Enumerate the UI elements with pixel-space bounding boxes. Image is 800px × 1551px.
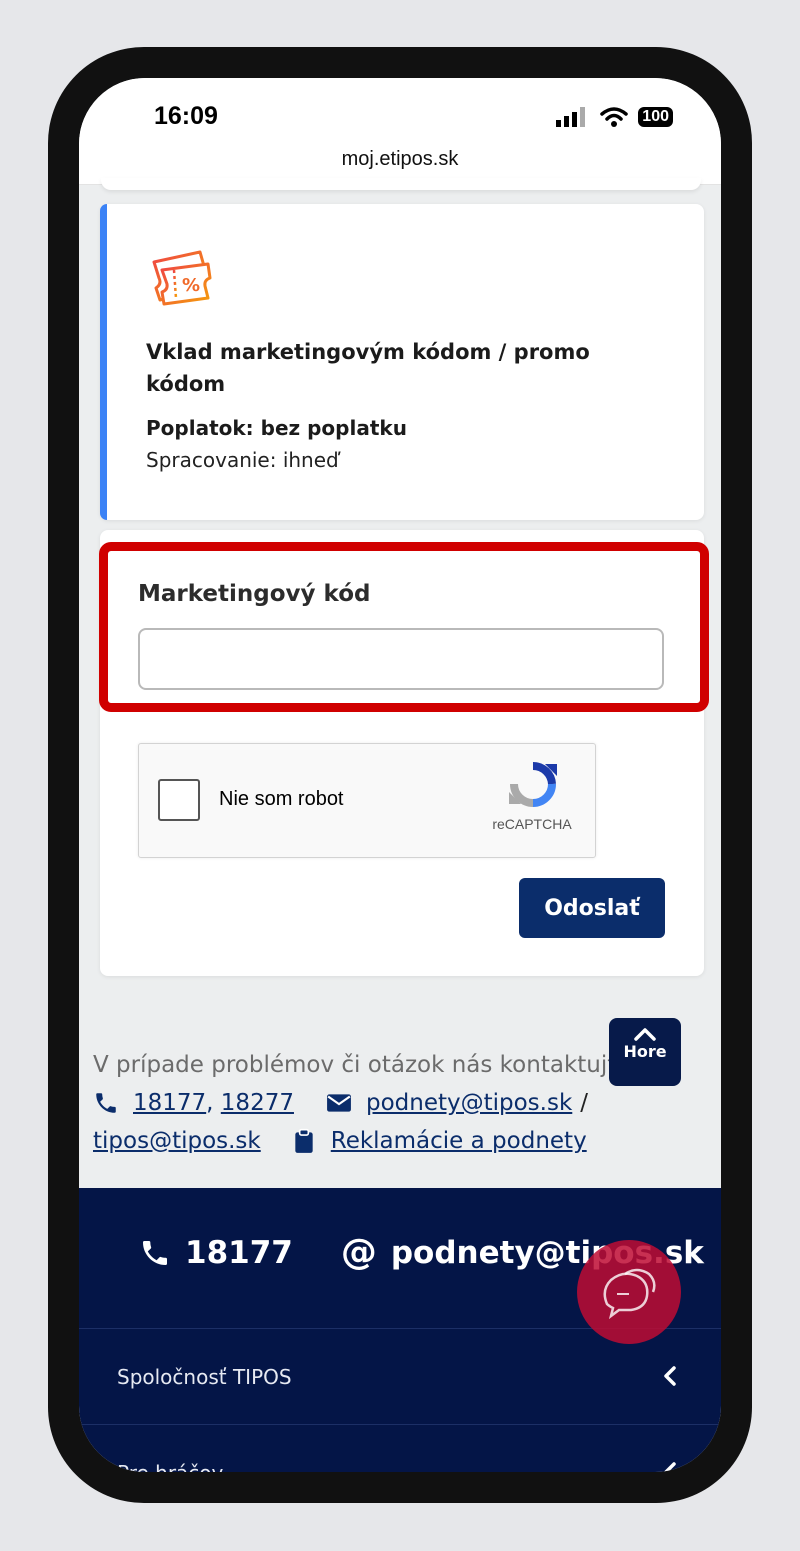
footer-item-label: Spoločnosť TIPOS <box>117 1365 292 1389</box>
contact-row-2: tipos@tipos.sk Reklamácie a podnety <box>93 1128 587 1154</box>
status-icons: 100 <box>556 105 673 129</box>
recaptcha-logo-icon <box>509 761 557 807</box>
status-bar: 16:09 100 moj.etipos.sk <box>79 78 721 185</box>
recaptcha-checkbox[interactable] <box>158 779 200 821</box>
recaptcha-brand: reCAPTCHA <box>492 816 572 832</box>
deposit-processing: Spracovanie: ihneď <box>146 448 339 472</box>
envelope-icon <box>327 1094 351 1112</box>
clipboard-icon <box>295 1128 313 1153</box>
previous-card-edge <box>101 178 701 190</box>
phone-icon <box>96 1093 116 1113</box>
promo-ticket-icon: % <box>152 250 212 306</box>
deposit-fee: Poplatok: bez poplatku <box>146 416 407 440</box>
chevron-left-icon <box>664 1366 676 1386</box>
wifi-icon <box>600 107 629 127</box>
phone-screen: 16:09 100 moj.etipos.sk % Vklad marketin… <box>79 78 721 1472</box>
footer-phone[interactable]: 18177 <box>185 1235 293 1271</box>
email-link-tipos[interactable]: tipos@tipos.sk <box>93 1128 261 1154</box>
recaptcha-label: Nie som robot <box>219 788 344 810</box>
footer-phone-icon <box>143 1240 167 1265</box>
contact-row-1: 18177, 18277 podnety@tipos.sk / <box>93 1090 588 1116</box>
phone-link-18277[interactable]: 18277 <box>221 1090 294 1116</box>
chat-icon <box>603 1268 656 1320</box>
status-time: 16:09 <box>154 102 218 130</box>
promo-code-input[interactable] <box>138 628 664 690</box>
phone-link-18177[interactable]: 18177 <box>133 1090 206 1116</box>
promo-code-label: Marketingový kód <box>138 581 371 607</box>
back-to-top-label: Hore <box>623 1042 667 1061</box>
submit-button[interactable]: Odoslať <box>519 878 665 938</box>
chevron-left-icon <box>664 1462 676 1472</box>
complaints-link[interactable]: Reklamácie a podnety <box>331 1128 587 1154</box>
deposit-method-card: % Vklad marketingovým kódom / promo kódo… <box>100 204 704 520</box>
battery-icon: 100 <box>638 107 673 127</box>
footer-item-label: Pre hráčov <box>117 1461 223 1472</box>
back-to-top-button[interactable]: Hore <box>609 1018 681 1086</box>
card-accent-stripe <box>100 204 107 520</box>
email-separator: / <box>580 1090 589 1116</box>
chevron-up-icon <box>634 1028 656 1041</box>
deposit-method-title: Vklad marketingovým kódom / promo kódom <box>146 340 590 396</box>
chat-button[interactable] <box>577 1240 681 1344</box>
address-bar[interactable]: moj.etipos.sk <box>79 148 721 171</box>
recaptcha-widget: Nie som robot reCAPTCHA <box>138 743 596 858</box>
signal-icon <box>556 107 586 127</box>
svg-text:%: % <box>182 275 200 296</box>
email-link-podnety[interactable]: podnety@tipos.sk <box>366 1090 572 1116</box>
footer-item-players[interactable]: Pre hráčov <box>79 1424 721 1472</box>
footer-at-icon: @ <box>340 1232 377 1273</box>
contact-text: V prípade problémov či otázok nás kontak… <box>93 1052 675 1078</box>
